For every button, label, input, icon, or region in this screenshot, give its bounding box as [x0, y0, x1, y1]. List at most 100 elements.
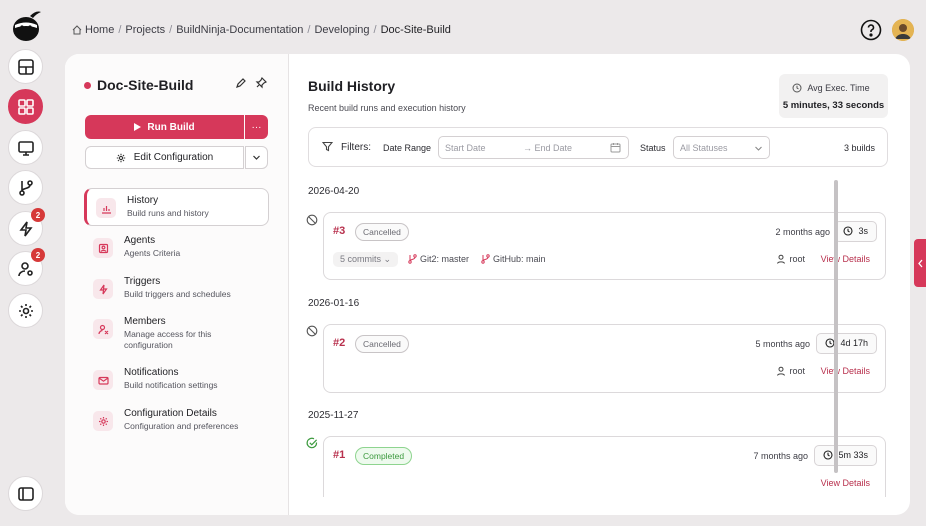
nav-icon-bg	[96, 198, 116, 218]
avg-exec-time-label: Avg Exec. Time	[807, 83, 870, 93]
branch-label: Git2: master	[420, 254, 470, 264]
config-name: Doc-Site-Build	[97, 77, 194, 93]
calendar-icon[interactable]	[610, 142, 621, 153]
breadcrumb-current: Doc-Site-Build	[380, 24, 451, 36]
user-avatar-icon	[892, 19, 914, 41]
edit-configuration-label: Edit Configuration	[133, 152, 214, 163]
build-list[interactable]: 2026-04-20 #3 Cancelled 2 months ago 3s …	[290, 177, 910, 497]
build-card[interactable]: #3 Cancelled 2 months ago 3s 5 commits ⌄…	[323, 212, 886, 280]
scrollbar[interactable]	[834, 180, 838, 473]
sidebar-item-label: Triggers	[124, 276, 161, 287]
breadcrumb-projects[interactable]: Projects	[125, 24, 165, 36]
rail-vcs-button[interactable]	[8, 170, 43, 205]
breadcrumb-home[interactable]: Home	[85, 24, 114, 36]
sidebar-item-desc: Build triggers and schedules	[124, 289, 231, 299]
rail-agents-button[interactable]	[8, 130, 43, 165]
branch-tag: Git2: master	[408, 254, 469, 264]
gear-icon	[18, 303, 33, 318]
branch-label: GitHub: main	[493, 254, 546, 264]
monitor-icon	[17, 140, 34, 156]
rail-triggers-button[interactable]: 2	[8, 208, 45, 246]
help-icon[interactable]	[860, 19, 882, 41]
build-history-section: Build History Recent build runs and exec…	[290, 54, 910, 515]
pin-icon[interactable]	[255, 77, 267, 89]
view-details-link[interactable]: View Details	[821, 366, 870, 376]
triggers-badge: 2	[31, 208, 45, 222]
build-number[interactable]: #3	[333, 225, 345, 237]
run-options-button[interactable]: ···	[245, 115, 268, 139]
sidebar-item-label: Notifications	[124, 367, 179, 378]
sidebar-item-desc: Build runs and history	[127, 208, 209, 218]
sidebar-item-label: History	[127, 195, 159, 206]
view-details-link[interactable]: View Details	[821, 478, 870, 488]
sidebar-item-agents[interactable]: Agents Agents Criteria	[84, 229, 269, 267]
config-sidebar: Doc-Site-Build Run Build ··· Edit Config…	[65, 54, 289, 515]
user-icon	[777, 254, 786, 264]
build-time-ago: 7 months ago	[753, 451, 808, 461]
status-badge: Completed	[355, 447, 413, 465]
page-title: Build History	[308, 78, 396, 94]
chevron-left-icon	[917, 259, 922, 267]
run-build-button[interactable]: Run Build	[85, 115, 244, 139]
status-badge: Cancelled	[355, 335, 409, 353]
rail-projects-button[interactable]	[8, 89, 43, 124]
config-title: Doc-Site-Build	[84, 77, 193, 93]
build-duration: 3s	[834, 221, 877, 242]
nav-icon-bg	[93, 370, 113, 390]
sidebar-item-label: Configuration Details	[124, 408, 217, 419]
build-number[interactable]: #1	[333, 449, 345, 461]
build-date-header: 2026-04-20	[308, 186, 360, 197]
build-date-header: 2025-11-27	[308, 410, 359, 421]
git-branch-icon	[481, 254, 490, 264]
build-card[interactable]: #1 Completed 7 months ago 5m 33s View De…	[323, 436, 886, 497]
users-badge: 2	[31, 248, 45, 262]
breadcrumb-subproject[interactable]: Developing	[314, 24, 369, 36]
filter-bar: Filters: Date Range Start Date → End Dat…	[308, 127, 888, 167]
pencil-icon[interactable]	[235, 77, 247, 89]
breadcrumb-project[interactable]: BuildNinja-Documentation	[176, 24, 303, 36]
sidebar-item-history[interactable]: History Build runs and history	[84, 188, 269, 226]
user-settings-icon	[17, 261, 33, 276]
app-logo[interactable]	[8, 8, 44, 44]
breadcrumb-separator: /	[169, 24, 173, 36]
rail-users-button[interactable]: 2	[8, 248, 45, 286]
rail-collapse-button[interactable]	[8, 476, 43, 511]
expand-panel-tab[interactable]	[914, 239, 926, 287]
agent-icon	[98, 243, 108, 253]
check-circle-icon	[306, 437, 318, 449]
breadcrumb-separator: /	[307, 24, 311, 36]
sidebar-item-desc: Configuration and preferences	[124, 421, 239, 431]
more-icon: ···	[251, 121, 262, 133]
run-build-label: Run Build	[147, 121, 195, 133]
view-details-link[interactable]: View Details	[821, 254, 870, 264]
edit-configuration-button[interactable]: Edit Configuration	[85, 146, 244, 169]
cancelled-icon	[306, 325, 318, 337]
start-date-input[interactable]: Start Date	[445, 143, 486, 153]
sidebar-item-label: Agents	[124, 235, 156, 246]
sidebar-item-notifications[interactable]: Notifications Build notification setting…	[84, 361, 269, 399]
status-filter-select[interactable]: All Statuses	[673, 136, 770, 159]
build-card[interactable]: #2 Cancelled 5 months ago 4d 17h root Vi…	[323, 324, 886, 393]
sidebar-item-configuration-details[interactable]: Configuration Details Configuration and …	[84, 402, 269, 440]
status-filter-value: All Statuses	[680, 143, 728, 153]
avatar[interactable]	[892, 19, 914, 41]
status-badge: Cancelled	[355, 223, 409, 241]
build-count: 3 builds	[843, 143, 875, 153]
commits-toggle[interactable]: 5 commits ⌄	[333, 252, 399, 267]
triggered-by: root	[776, 254, 805, 264]
rail-settings-button[interactable]	[8, 293, 43, 328]
rail-dashboard-button[interactable]	[8, 49, 43, 84]
lightning-icon	[98, 284, 108, 294]
nav-icon-bg	[93, 319, 113, 339]
build-duration: 4d 17h	[816, 333, 877, 354]
sidebar-item-triggers[interactable]: Triggers Build triggers and schedules	[84, 270, 269, 308]
edit-configuration-dropdown[interactable]	[245, 146, 268, 169]
date-range-picker[interactable]: Start Date → End Date	[438, 136, 629, 159]
sidebar-item-members[interactable]: Members Manage access for this configura…	[84, 310, 269, 356]
sidebar-item-desc: Build notification settings	[124, 380, 218, 390]
breadcrumb: Home / Projects / BuildNinja-Documentati…	[72, 24, 451, 36]
sidebar-item-label: Members	[124, 316, 166, 327]
triggered-by-user: root	[789, 254, 805, 264]
build-number[interactable]: #2	[333, 337, 345, 349]
end-date-input[interactable]: → End Date	[523, 143, 572, 153]
